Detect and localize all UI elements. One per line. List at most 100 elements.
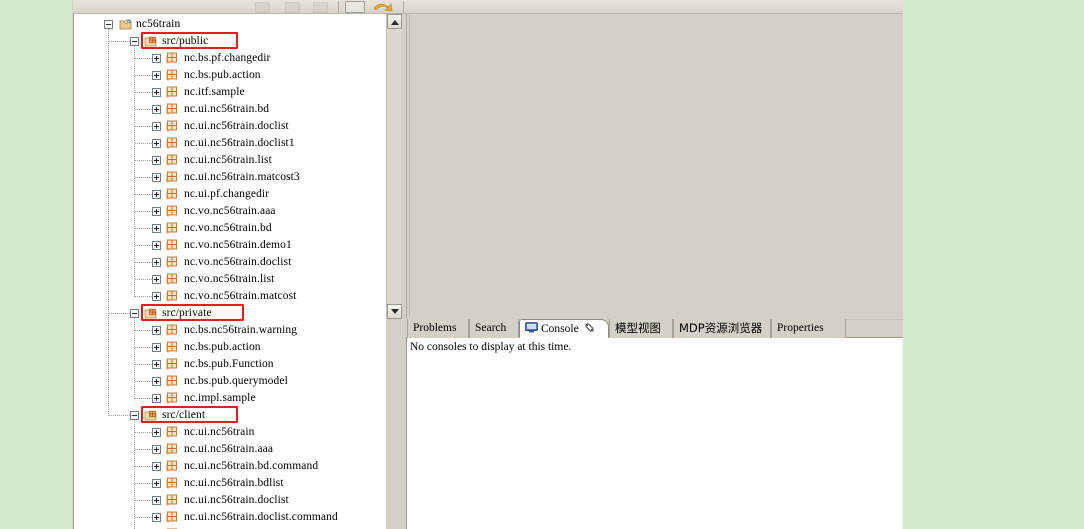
tab-console[interactable]: Console bbox=[519, 319, 609, 338]
tree-item[interactable]: nc.impl.sample bbox=[74, 390, 386, 407]
tab-search[interactable]: Search bbox=[469, 319, 519, 338]
expand-icon[interactable] bbox=[152, 496, 161, 505]
tree-item[interactable]: nc.ui.nc56train.bd bbox=[74, 101, 386, 118]
expand-icon[interactable] bbox=[152, 445, 161, 454]
toolbar-icon-4[interactable] bbox=[345, 1, 365, 13]
tree-line-stub bbox=[135, 211, 152, 212]
tree-item[interactable]: nc.ui.nc56train.bd.command bbox=[74, 458, 386, 475]
expand-icon[interactable] bbox=[152, 224, 161, 233]
tree-item-label: nc.ui.nc56train bbox=[184, 426, 255, 438]
tree-item[interactable]: nc.ui.nc56train.doclist bbox=[74, 492, 386, 509]
tree-line-stub bbox=[135, 449, 152, 450]
expand-icon[interactable] bbox=[152, 88, 161, 97]
tree-item[interactable]: nc.itf.sample bbox=[74, 84, 386, 101]
package-icon bbox=[166, 256, 180, 269]
tab-label: Console bbox=[541, 323, 579, 335]
expand-icon[interactable] bbox=[152, 326, 161, 335]
tree-item[interactable]: nc.ui.nc56train bbox=[74, 424, 386, 441]
tree-item[interactable]: nc56train bbox=[74, 16, 386, 33]
expand-icon[interactable] bbox=[152, 241, 161, 250]
tree-item-label: nc.ui.nc56train.matcost3 bbox=[184, 171, 300, 183]
expand-icon[interactable] bbox=[152, 139, 161, 148]
editor-area bbox=[406, 14, 903, 318]
package-icon bbox=[166, 171, 180, 184]
expand-icon[interactable] bbox=[152, 275, 161, 284]
expand-icon[interactable] bbox=[152, 156, 161, 165]
tree-item[interactable]: nc.ui.pf.changedir bbox=[74, 186, 386, 203]
collapse-icon[interactable] bbox=[130, 411, 139, 420]
scrollbar-track[interactable] bbox=[387, 29, 402, 304]
expand-icon[interactable] bbox=[152, 292, 161, 301]
tree-line-stub bbox=[135, 177, 152, 178]
expand-icon[interactable] bbox=[152, 207, 161, 216]
source-folder-icon bbox=[144, 35, 158, 48]
tree-item[interactable]: nc.bs.pf.changedir bbox=[74, 50, 386, 67]
tree-item[interactable]: nc.bs.pub.action bbox=[74, 339, 386, 356]
expand-icon[interactable] bbox=[152, 513, 161, 522]
tree-item[interactable]: nc.bs.pub.querymodel bbox=[74, 373, 386, 390]
collapse-icon[interactable] bbox=[130, 37, 139, 46]
tree-item[interactable]: nc.vo.nc56train.doclist bbox=[74, 254, 386, 271]
tree-item[interactable]: nc.ui.nc56train.doclist.command bbox=[74, 509, 386, 526]
tree-item-label: nc.ui.nc56train.doclist bbox=[184, 120, 289, 132]
scroll-down-arrow[interactable] bbox=[387, 304, 402, 319]
tree-item[interactable]: nc.bs.nc56train.warning bbox=[74, 322, 386, 339]
tree-item[interactable]: nc.vo.nc56train.list bbox=[74, 271, 386, 288]
tree-item[interactable]: nc.vo.nc56train.aaa bbox=[74, 203, 386, 220]
expand-icon[interactable] bbox=[152, 190, 161, 199]
tree-item[interactable]: nc.vo.nc56train.bd bbox=[74, 220, 386, 237]
expand-icon[interactable] bbox=[152, 105, 161, 114]
package-explorer-panel[interactable]: nc56train src/public nc.bs.pf.changedir nc.… bbox=[73, 14, 386, 529]
console-body[interactable]: No consoles to display at this time. bbox=[406, 338, 903, 529]
collapse-icon[interactable] bbox=[104, 20, 113, 29]
expand-icon[interactable] bbox=[152, 343, 161, 352]
tree-item[interactable]: nc.vo.nc56train.matcost bbox=[74, 288, 386, 305]
tree-item-label: nc.ui.nc56train.bd.command bbox=[184, 460, 319, 472]
scroll-up-arrow[interactable] bbox=[387, 14, 402, 29]
tree-item[interactable]: nc.ui.nc56train.doclist bbox=[74, 118, 386, 135]
tree-item-label: src/client bbox=[162, 409, 206, 421]
tree-item-label: nc.impl.sample bbox=[184, 392, 256, 404]
expand-icon[interactable] bbox=[152, 122, 161, 131]
expand-icon[interactable] bbox=[152, 258, 161, 267]
collapse-icon[interactable] bbox=[130, 309, 139, 318]
tree-item[interactable]: nc.bs.pub.action bbox=[74, 67, 386, 84]
tab-cjk-4[interactable]: MDP资源浏览器 bbox=[673, 319, 771, 338]
tree-line-stub bbox=[135, 432, 152, 433]
toolbar-icon-1[interactable] bbox=[255, 2, 270, 13]
console-icon bbox=[525, 321, 538, 333]
console-message: No consoles to display at this time. bbox=[410, 341, 572, 353]
tree-item-label: nc.bs.nc56train.warning bbox=[184, 324, 298, 336]
expand-icon[interactable] bbox=[152, 462, 161, 471]
tree-item[interactable]: nc.ui.nc56train.list bbox=[74, 152, 386, 169]
expand-icon[interactable] bbox=[152, 377, 161, 386]
expand-icon[interactable] bbox=[152, 360, 161, 369]
tab-problems[interactable]: Problems bbox=[407, 319, 469, 338]
tree-item[interactable]: nc.bs.pub.Function bbox=[74, 356, 386, 373]
package-icon bbox=[166, 460, 180, 473]
tree-item[interactable]: nc.ui.nc56train.aaa bbox=[74, 441, 386, 458]
expand-icon[interactable] bbox=[152, 173, 161, 182]
tree-item[interactable]: nc.ui.nc56train.doclist1 bbox=[74, 135, 386, 152]
toolbar[interactable] bbox=[73, 0, 903, 14]
forward-arrow-icon[interactable] bbox=[373, 1, 395, 13]
tree-line-stub bbox=[135, 466, 152, 467]
tree-line-stub bbox=[135, 483, 152, 484]
expand-icon[interactable] bbox=[152, 54, 161, 63]
expand-icon[interactable] bbox=[152, 394, 161, 403]
expand-icon[interactable] bbox=[152, 71, 161, 80]
expand-icon[interactable] bbox=[152, 428, 161, 437]
tree-item[interactable]: nc.ui.nc56train.bdlist bbox=[74, 475, 386, 492]
tree-item-label: nc.vo.nc56train.bd bbox=[184, 222, 272, 234]
expand-icon[interactable] bbox=[152, 479, 161, 488]
tree-item[interactable]: nc.ui.nc56train.matcost3 bbox=[74, 169, 386, 186]
tab-cjk-3[interactable]: 模型视图 bbox=[609, 319, 673, 338]
close-icon[interactable] bbox=[584, 321, 595, 332]
tab-properties[interactable]: Properties bbox=[771, 319, 846, 338]
tree-vertical-scrollbar[interactable] bbox=[386, 14, 402, 319]
tree-line-branch bbox=[134, 46, 135, 297]
tree-item-label: nc.vo.nc56train.demo1 bbox=[184, 239, 292, 251]
tree-item[interactable]: nc.vo.nc56train.demo1 bbox=[74, 237, 386, 254]
toolbar-icon-3[interactable] bbox=[313, 2, 328, 13]
toolbar-icon-2[interactable] bbox=[285, 2, 300, 13]
